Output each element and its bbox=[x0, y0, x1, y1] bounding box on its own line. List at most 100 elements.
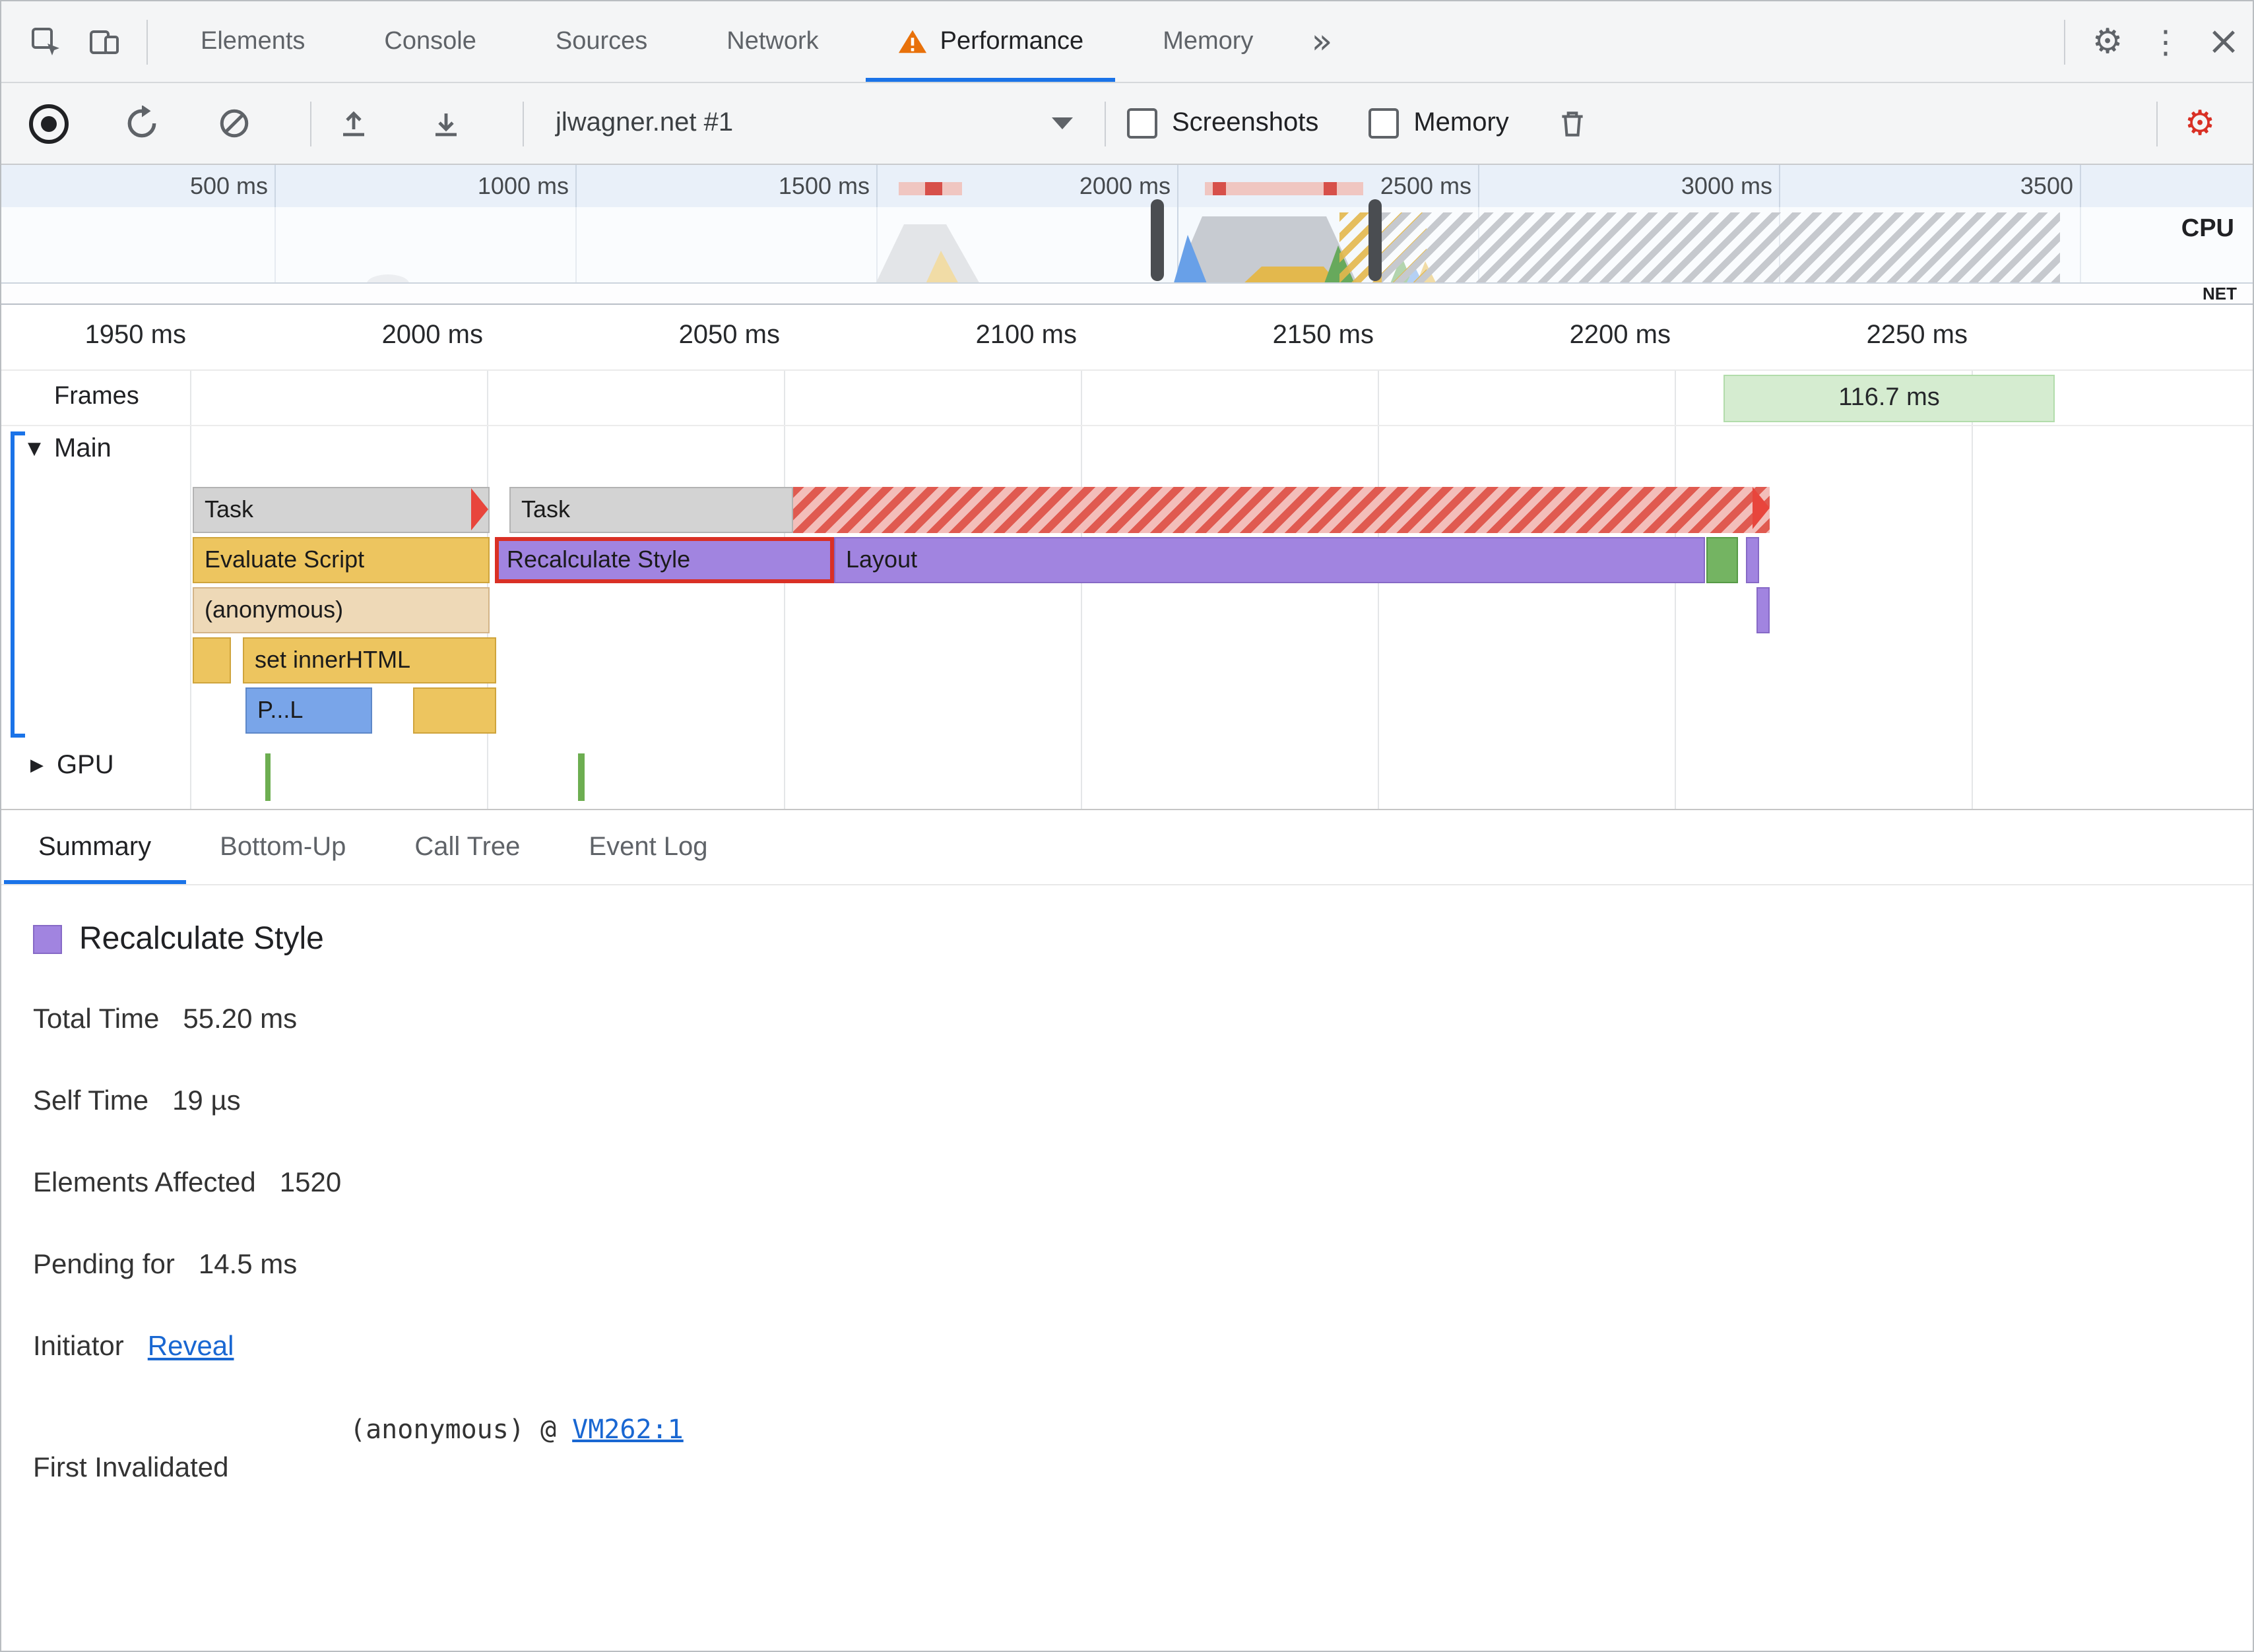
legend-swatch bbox=[33, 925, 62, 954]
ruler-tick-label: 2200 ms bbox=[1569, 321, 1671, 350]
checkbox-box bbox=[1127, 108, 1157, 139]
screenshots-checkbox[interactable]: Screenshots bbox=[1127, 108, 1318, 139]
main-track-selection-bracket bbox=[11, 431, 25, 738]
clear-icon[interactable] bbox=[205, 94, 263, 152]
bar-task-2[interactable]: Task bbox=[509, 487, 793, 533]
divider bbox=[1105, 101, 1106, 146]
bar-script-small-2[interactable] bbox=[413, 687, 496, 734]
bar-task-1[interactable]: Task bbox=[193, 487, 490, 533]
tab-console[interactable]: Console bbox=[344, 1, 515, 82]
flame-chart-area: ▼ Main Task Task Evaluate Script Recalcu… bbox=[1, 426, 2254, 809]
history-dropdown-value: jlwagner.net #1 bbox=[556, 108, 734, 137]
frame-block[interactable]: 116.7 ms bbox=[1723, 375, 2055, 422]
gpu-expand-icon[interactable]: ▶ bbox=[30, 756, 44, 776]
trash-icon[interactable] bbox=[1543, 94, 1601, 152]
bar-set-innerhtml[interactable]: set innerHTML bbox=[243, 637, 496, 683]
tab-elements[interactable]: Elements bbox=[161, 1, 344, 82]
bar-style-sliver-2[interactable] bbox=[1756, 587, 1770, 633]
main-track-header[interactable]: ▼ Main bbox=[28, 434, 112, 464]
tab-memory[interactable]: Memory bbox=[1123, 1, 1293, 82]
bar-parse-html[interactable]: P...L bbox=[245, 687, 372, 734]
tab-network[interactable]: Network bbox=[687, 1, 858, 82]
ruler-tick-label: 2100 ms bbox=[975, 321, 1077, 350]
divider bbox=[523, 101, 524, 146]
tab-event-log[interactable]: Event Log bbox=[554, 810, 742, 884]
kebab-menu-icon[interactable]: ⋮ bbox=[2137, 13, 2195, 71]
overview-tick-label: 2000 ms bbox=[1079, 173, 1171, 199]
ruler-tick-label: 2150 ms bbox=[1272, 321, 1374, 350]
vm-source-link[interactable]: VM262:1 bbox=[572, 1413, 684, 1445]
more-tabs-chevron-icon[interactable]: » bbox=[1293, 13, 1351, 71]
reveal-link[interactable]: Reveal bbox=[148, 1331, 234, 1363]
overview-tick-label: 500 ms bbox=[189, 173, 268, 199]
first-invalidated-source: (anonymous) @ bbox=[350, 1413, 573, 1445]
warning-icon bbox=[898, 26, 928, 57]
tabbar-right-controls: ⚙ ⋮ × bbox=[2051, 1, 2253, 82]
memory-checkbox[interactable]: Memory bbox=[1368, 108, 1509, 139]
device-toolbar-icon[interactable] bbox=[75, 13, 133, 71]
main-track-label: Main bbox=[54, 434, 112, 463]
memory-label: Memory bbox=[1413, 108, 1509, 137]
bar-long-task-stripes[interactable] bbox=[793, 487, 1770, 533]
bar-recalculate-style[interactable]: Recalculate Style bbox=[495, 537, 834, 583]
summary-row-first-invalidated: (anonymous) @ VM262:1 First Invalidated bbox=[33, 1413, 684, 1483]
save-profile-icon[interactable] bbox=[417, 94, 475, 152]
devtools-tab-bar: Elements Console Sources Network Perform… bbox=[1, 1, 2253, 83]
checkbox-box bbox=[1368, 108, 1400, 139]
divider bbox=[2064, 19, 2065, 64]
tab-bottom-up[interactable]: Bottom-Up bbox=[185, 810, 380, 884]
gpu-track-header[interactable]: ▶ GPU bbox=[30, 751, 114, 781]
divider bbox=[146, 19, 148, 64]
bar-paint[interactable] bbox=[1706, 537, 1738, 583]
bar-script-small[interactable] bbox=[193, 637, 231, 683]
inspect-element-icon[interactable] bbox=[17, 13, 75, 71]
tab-performance[interactable]: Performance bbox=[858, 1, 1124, 82]
net-strip: NET bbox=[1, 282, 2253, 303]
bar-anonymous[interactable]: (anonymous) bbox=[193, 587, 490, 633]
devtools-window: Elements Console Sources Network Perform… bbox=[0, 0, 2254, 1652]
gpu-activity-mark bbox=[265, 753, 271, 801]
details-tab-bar: Summary Bottom-Up Call Tree Event Log bbox=[1, 809, 2253, 885]
divider bbox=[2156, 101, 2158, 146]
bar-layout[interactable]: Layout bbox=[834, 537, 1705, 583]
long-task-arrow-icon bbox=[1753, 487, 1770, 529]
summary-row-initiator: Initiator Reveal bbox=[33, 1331, 234, 1363]
tab-summary[interactable]: Summary bbox=[4, 810, 185, 884]
tab-call-tree[interactable]: Call Tree bbox=[380, 810, 554, 884]
settings-gear-icon[interactable]: ⚙ bbox=[2078, 13, 2137, 71]
gpu-track-label: GPU bbox=[57, 751, 114, 780]
ruler-tick-label: 2050 ms bbox=[678, 321, 780, 350]
summary-legend: Recalculate Style bbox=[33, 921, 2221, 957]
selection-handle-left[interactable] bbox=[1151, 199, 1164, 281]
history-dropdown[interactable]: jlwagner.net #1 bbox=[537, 97, 1091, 150]
bar-style-sliver[interactable] bbox=[1746, 537, 1759, 583]
cpu-label: CPU bbox=[2181, 215, 2234, 243]
overview-tick-label: 1000 ms bbox=[477, 173, 569, 199]
capture-settings-gear-icon[interactable]: ⚙ bbox=[2171, 94, 2229, 152]
ruler-tick-label: 1950 ms bbox=[84, 321, 186, 350]
timeline-overview[interactable]: 500 ms 1000 ms 1500 ms 2000 ms 2500 ms 3… bbox=[1, 165, 2253, 305]
selection-handle-right[interactable] bbox=[1368, 199, 1382, 281]
summary-row-elements-affected: Elements Affected 1520 bbox=[33, 1168, 342, 1198]
reload-and-record-icon[interactable] bbox=[112, 94, 170, 152]
summary-row-self-time: Self Time 19 µs bbox=[33, 1086, 241, 1116]
bar-evaluate-script[interactable]: Evaluate Script bbox=[193, 537, 490, 583]
long-task-indicator bbox=[899, 182, 962, 195]
dropdown-caret-icon bbox=[1052, 117, 1073, 129]
gpu-activity-mark bbox=[578, 753, 585, 801]
load-profile-icon[interactable] bbox=[325, 94, 383, 152]
close-icon[interactable]: × bbox=[2195, 13, 2253, 71]
overview-tick-label: 3000 ms bbox=[1681, 173, 1772, 199]
ruler-tick-label: 2000 ms bbox=[381, 321, 483, 350]
overview-tick-label: 3500 bbox=[2020, 173, 2073, 199]
performance-toolbar: jlwagner.net #1 Screenshots Memory ⚙ bbox=[1, 83, 2253, 165]
summary-row-pending-for: Pending for 14.5 ms bbox=[33, 1250, 298, 1280]
overview-unselected-left bbox=[1, 207, 1157, 285]
record-icon[interactable] bbox=[20, 94, 78, 152]
long-task-arrow-icon bbox=[471, 488, 488, 530]
summary-row-total-time: Total Time 55.20 ms bbox=[33, 1004, 298, 1034]
long-task-indicator bbox=[1205, 182, 1363, 195]
tab-sources[interactable]: Sources bbox=[516, 1, 687, 82]
main-expand-icon[interactable]: ▼ bbox=[28, 439, 41, 459]
ruler-tick-label: 2250 ms bbox=[1866, 321, 1968, 350]
